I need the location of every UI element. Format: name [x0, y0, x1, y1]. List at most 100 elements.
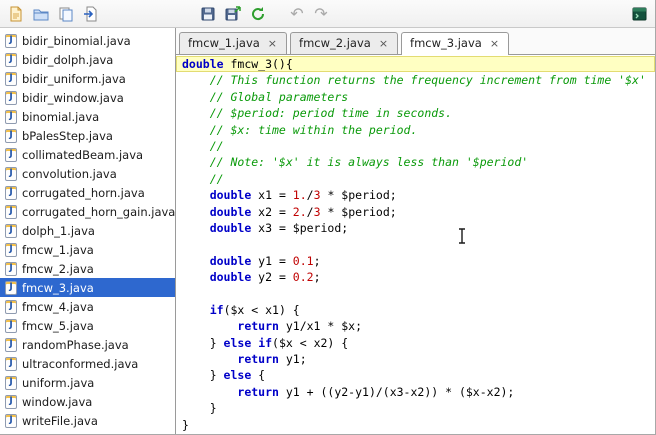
copy-icon[interactable]: [56, 4, 76, 24]
java-file-icon: J: [5, 91, 17, 105]
java-file-icon: J: [5, 34, 17, 48]
file-name: randomPhase.java: [22, 338, 129, 352]
java-file-icon: J: [5, 72, 17, 86]
file-item[interactable]: Jbinomial.java: [0, 107, 175, 126]
code-line: double y2 = 0.2;: [176, 269, 655, 285]
new-file-icon[interactable]: [6, 4, 26, 24]
file-item[interactable]: Jfmcw_5.java: [0, 316, 175, 335]
file-item[interactable]: Jwindow.java: [0, 392, 175, 411]
file-name: fmcw_2.java: [22, 262, 94, 276]
import-icon[interactable]: [81, 4, 101, 24]
code-line: // Global parameters: [176, 89, 655, 105]
file-name: fmcw_4.java: [22, 300, 94, 314]
tab-label: fmcw_1.java: [188, 36, 260, 50]
file-item[interactable]: Jfmcw_4.java: [0, 297, 175, 316]
ide-window: ↶ ↷ Jbidir_binomial.javaJbidir_dolph.jav…: [0, 0, 656, 435]
java-file-icon: J: [5, 148, 17, 162]
java-file-icon: J: [5, 357, 17, 371]
refresh-icon: [250, 6, 266, 22]
java-file-icon: J: [5, 186, 17, 200]
file-item[interactable]: Jbidir_binomial.java: [0, 31, 175, 50]
java-file-icon: J: [5, 110, 17, 124]
refresh-icon[interactable]: [248, 4, 268, 24]
file-name: dolph_1.java: [22, 224, 95, 238]
code-line: if($x < x1) {: [176, 302, 655, 318]
code-line: [176, 236, 655, 252]
console-icon[interactable]: [629, 4, 649, 24]
file-name: fmcw_5.java: [22, 319, 94, 333]
file-item[interactable]: Jcorrugated_horn_gain.java: [0, 202, 175, 221]
file-name: uniform.java: [22, 376, 94, 390]
file-item[interactable]: Jbidir_uniform.java: [0, 69, 175, 88]
java-file-icon: J: [5, 262, 17, 276]
console-icon: [632, 7, 647, 21]
file-item[interactable]: JwriteFile.java: [0, 411, 175, 430]
code-line: double x2 = 2./3 * $period;: [176, 204, 655, 220]
file-item[interactable]: Jfmcw_2.java: [0, 259, 175, 278]
file-name: bidir_uniform.java: [22, 72, 126, 86]
close-icon[interactable]: ×: [489, 38, 500, 49]
file-name: fmcw_3.java: [22, 281, 94, 295]
tab-fmcw_1[interactable]: fmcw_1.java ×: [179, 32, 287, 54]
save-icon: [200, 6, 216, 22]
file-name: fmcw_1.java: [22, 243, 94, 257]
redo-icon: ↷: [314, 6, 327, 22]
java-file-icon: J: [5, 300, 17, 314]
file-name: bidir_dolph.java: [22, 53, 113, 67]
file-item[interactable]: Jbidir_window.java: [0, 88, 175, 107]
code-line: [176, 285, 655, 301]
file-item[interactable]: JrandomPhase.java: [0, 335, 175, 354]
save-icon[interactable]: [198, 4, 218, 24]
file-item[interactable]: Jconvolution.java: [0, 164, 175, 183]
code-line: }: [176, 400, 655, 416]
file-name: writeFile.java: [22, 414, 98, 428]
open-file-icon[interactable]: [31, 4, 51, 24]
file-item[interactable]: Jbidir_dolph.java: [0, 50, 175, 69]
save-as-icon[interactable]: [223, 4, 243, 24]
java-file-icon: J: [5, 205, 17, 219]
code-line: return y1;: [176, 351, 655, 367]
tab-label: fmcw_3.java: [410, 36, 482, 50]
file-name: bidir_binomial.java: [22, 34, 131, 48]
save-as-icon: [225, 6, 241, 22]
code-area[interactable]: double fmcw_3(){ // This function return…: [176, 55, 655, 434]
java-file-icon: J: [5, 243, 17, 257]
code-line: }: [176, 417, 655, 433]
file-item[interactable]: JcollimatedBeam.java: [0, 145, 175, 164]
file-item[interactable]: Jfmcw_1.java: [0, 240, 175, 259]
file-name: window.java: [22, 395, 92, 409]
import-icon: [83, 6, 99, 22]
code-line: return y1 + ((y2-y1)/(x3-x2)) * ($x-x2);: [176, 384, 655, 400]
java-file-icon: J: [5, 376, 17, 390]
code-line: //: [176, 138, 655, 154]
file-item[interactable]: Juniform.java: [0, 373, 175, 392]
file-item[interactable]: Jcorrugated_horn.java: [0, 183, 175, 202]
file-item[interactable]: Jdolph_1.java: [0, 221, 175, 240]
close-icon[interactable]: ×: [378, 38, 389, 49]
code-line: // $x: time within the period.: [176, 122, 655, 138]
code-line: double x3 = $period;: [176, 220, 655, 236]
toolbar-history-group: ↶ ↷: [287, 4, 331, 24]
toolbar-right-group: [629, 4, 649, 24]
code-line: double fmcw_3(){: [176, 56, 655, 72]
file-name: bPalesStep.java: [22, 129, 113, 143]
undo-icon[interactable]: ↶: [287, 4, 307, 24]
file-item[interactable]: Jfmcw_3.java: [0, 278, 175, 297]
close-icon[interactable]: ×: [267, 38, 278, 49]
tab-fmcw_2[interactable]: fmcw_2.java×: [290, 32, 398, 54]
file-name: bidir_window.java: [22, 91, 124, 105]
file-name: convolution.java: [22, 167, 117, 181]
toolbar: ↶ ↷: [0, 0, 655, 28]
file-item[interactable]: JbPalesStep.java: [0, 126, 175, 145]
code-line: // $period: period time in seconds.: [176, 105, 655, 121]
java-file-icon: J: [5, 319, 17, 333]
redo-icon[interactable]: ↷: [311, 4, 331, 24]
open-folder-icon: [33, 6, 49, 22]
file-name: collimatedBeam.java: [22, 148, 143, 162]
file-item[interactable]: Jultraconformed.java: [0, 354, 175, 373]
tab-fmcw_3[interactable]: fmcw_3.java ×: [401, 32, 509, 54]
java-file-icon: J: [5, 414, 17, 428]
code-line: double y1 = 0.1;: [176, 253, 655, 269]
code-line: double x1 = 1./3 * $period;: [176, 187, 655, 203]
code-line: } else if($x < x2) {: [176, 335, 655, 351]
